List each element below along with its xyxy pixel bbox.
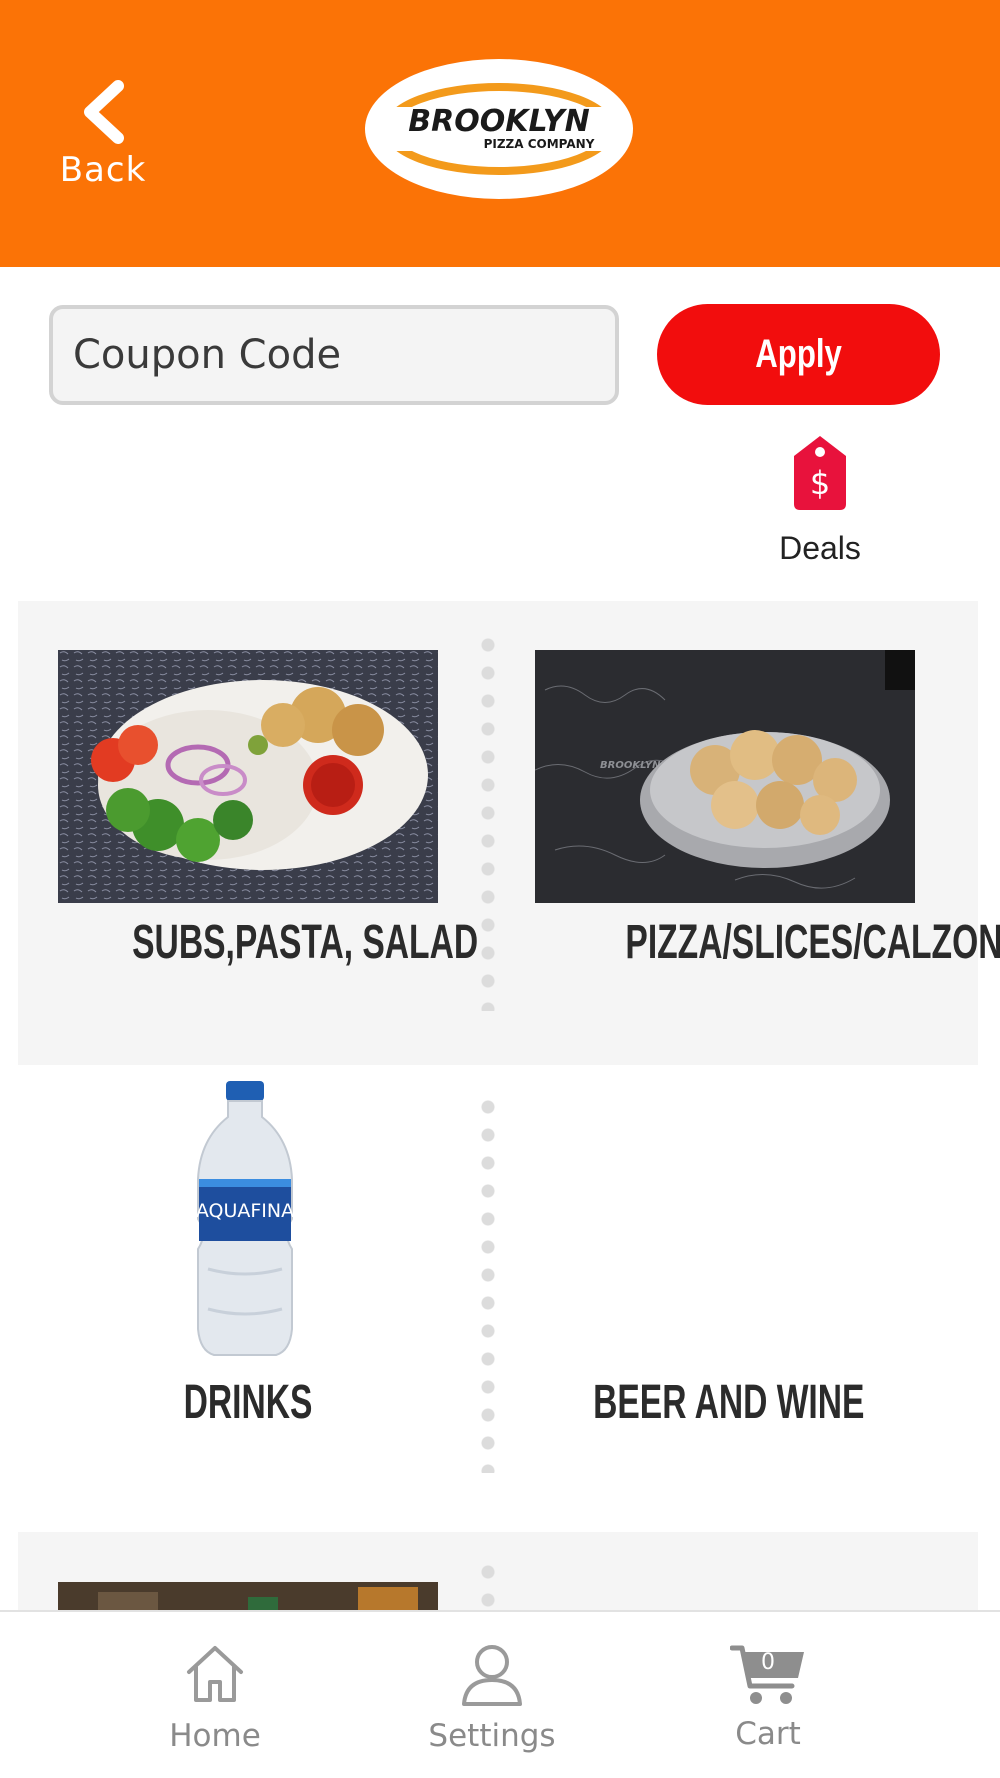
chevron-left-icon: [84, 80, 124, 144]
svg-text:$: $: [810, 464, 830, 502]
category-image-empty: [535, 1079, 915, 1367]
aquafina-bottle-photo: AQUAFINA: [58, 1079, 438, 1367]
category-subs-pasta-salad[interactable]: SUBS,PASTA, SALAD: [58, 650, 478, 970]
nav-settings-label: Settings: [428, 1718, 556, 1754]
column-divider: [481, 1093, 495, 1473]
brooklyn-pizza-logo: BROOKLYN PIZZA COMPANY: [365, 59, 633, 199]
logo-line2: PIZZA COMPANY: [484, 137, 595, 151]
cart-icon-wrap: 0: [729, 1642, 806, 1708]
logo-line1: BROOKLYN: [408, 104, 590, 139]
user-icon: [462, 1645, 522, 1706]
category-pizza-slices-calzones[interactable]: BROOKLYN PIZZA/SLICES/CALZONES: [535, 650, 1000, 970]
category-label: BEER AND WINE: [593, 1376, 865, 1429]
salad-plate-photo: [58, 650, 438, 903]
category-label: SUBS,PASTA, SALAD: [132, 916, 479, 969]
cart-count-badge: 0: [761, 1650, 775, 1675]
category-row: AQUAFINA DRINKS BEER AND WINE: [18, 1065, 978, 1532]
category-row: SUBS,PASTA, SALAD BROOKLYN PIZZA/SLICES/…: [18, 601, 1000, 1065]
svg-text:BROOKLYN: BROOKLYN: [600, 760, 661, 771]
apply-button[interactable]: Apply: [657, 304, 940, 405]
nav-home-label: Home: [169, 1718, 261, 1754]
back-label: Back: [59, 150, 147, 190]
price-tag-dollar-icon: $: [794, 436, 846, 510]
app-header: Back BROOKLYN PIZZA COMPANY: [0, 0, 1000, 267]
category-beer-and-wine[interactable]: BEER AND WINE: [535, 1079, 915, 1430]
bottom-tab-bar: Home Settings 0 Cart: [0, 1610, 1000, 1778]
column-divider: [481, 631, 495, 1011]
back-button[interactable]: Back: [48, 80, 158, 205]
nav-cart-label: Cart: [735, 1716, 801, 1752]
nav-home[interactable]: Home: [125, 1642, 305, 1754]
garlic-knots-tin-photo: BROOKLYN: [535, 650, 915, 903]
bottle-brand-text: AQUAFINA: [196, 1200, 294, 1222]
category-drinks[interactable]: AQUAFINA DRINKS: [58, 1079, 438, 1430]
home-icon: [187, 1646, 243, 1702]
deals-label: Deals: [779, 530, 861, 566]
nav-settings[interactable]: Settings: [402, 1642, 582, 1754]
nav-cart[interactable]: 0 Cart: [678, 1642, 858, 1752]
coupon-code-input[interactable]: [49, 305, 619, 405]
apply-label: Apply: [755, 332, 842, 376]
deals-button[interactable]: $ Deals: [760, 434, 880, 584]
category-label: DRINKS: [183, 1376, 313, 1429]
category-label: PIZZA/SLICES/CALZONES: [625, 916, 1000, 969]
